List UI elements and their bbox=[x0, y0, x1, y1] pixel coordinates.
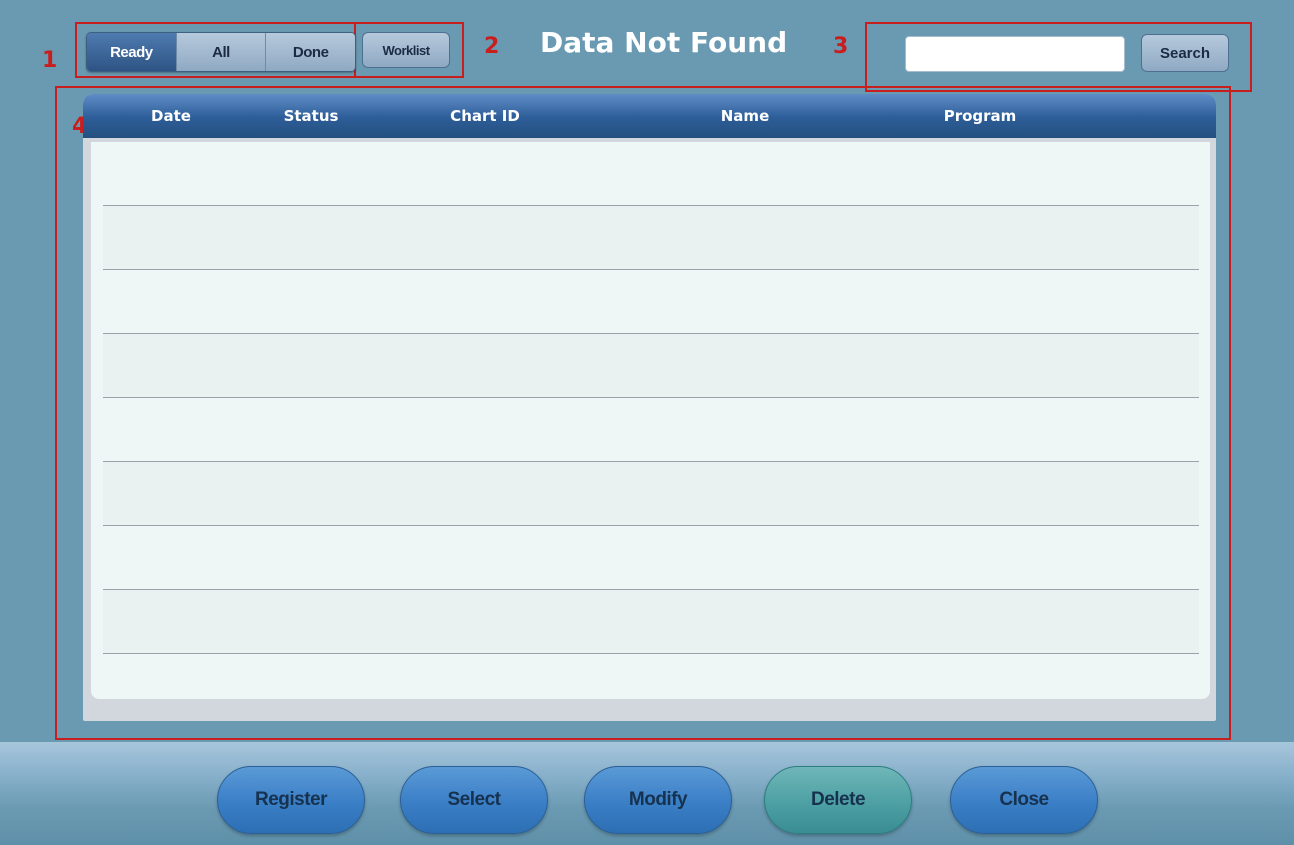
status-filter: Ready All Done bbox=[86, 32, 356, 72]
column-header-status[interactable]: Status bbox=[284, 94, 339, 138]
delete-button[interactable]: Delete bbox=[764, 766, 912, 834]
table-row[interactable] bbox=[103, 590, 1199, 654]
worklist-button[interactable]: Worklist bbox=[362, 32, 450, 68]
page-title: Data Not Found bbox=[540, 26, 788, 59]
column-header-name[interactable]: Name bbox=[721, 94, 769, 138]
select-button[interactable]: Select bbox=[400, 766, 548, 834]
register-button[interactable]: Register bbox=[217, 766, 365, 834]
filter-ready-button[interactable]: Ready bbox=[87, 33, 177, 71]
callout-number-1: 1 bbox=[42, 48, 58, 73]
table-row[interactable] bbox=[103, 526, 1199, 590]
table-row[interactable] bbox=[103, 206, 1199, 270]
filter-done-button[interactable]: Done bbox=[266, 33, 355, 71]
patient-table: Date Status Chart ID Name Program bbox=[83, 94, 1216, 721]
table-row[interactable] bbox=[103, 462, 1199, 526]
column-header-chart-id[interactable]: Chart ID bbox=[450, 94, 520, 138]
filter-all-button[interactable]: All bbox=[176, 33, 267, 71]
table-row[interactable] bbox=[103, 334, 1199, 398]
table-row[interactable] bbox=[103, 398, 1199, 462]
column-header-date[interactable]: Date bbox=[151, 94, 191, 138]
table-row[interactable] bbox=[103, 270, 1199, 334]
table-row[interactable] bbox=[103, 142, 1199, 206]
table-body[interactable] bbox=[91, 142, 1210, 699]
table-header: Date Status Chart ID Name Program bbox=[83, 94, 1216, 138]
search-button[interactable]: Search bbox=[1141, 34, 1229, 72]
search-input[interactable] bbox=[905, 36, 1125, 72]
column-header-program[interactable]: Program bbox=[944, 94, 1017, 138]
close-button[interactable]: Close bbox=[950, 766, 1098, 834]
callout-number-2: 2 bbox=[484, 34, 500, 59]
callout-number-3: 3 bbox=[833, 34, 849, 59]
modify-button[interactable]: Modify bbox=[584, 766, 732, 834]
